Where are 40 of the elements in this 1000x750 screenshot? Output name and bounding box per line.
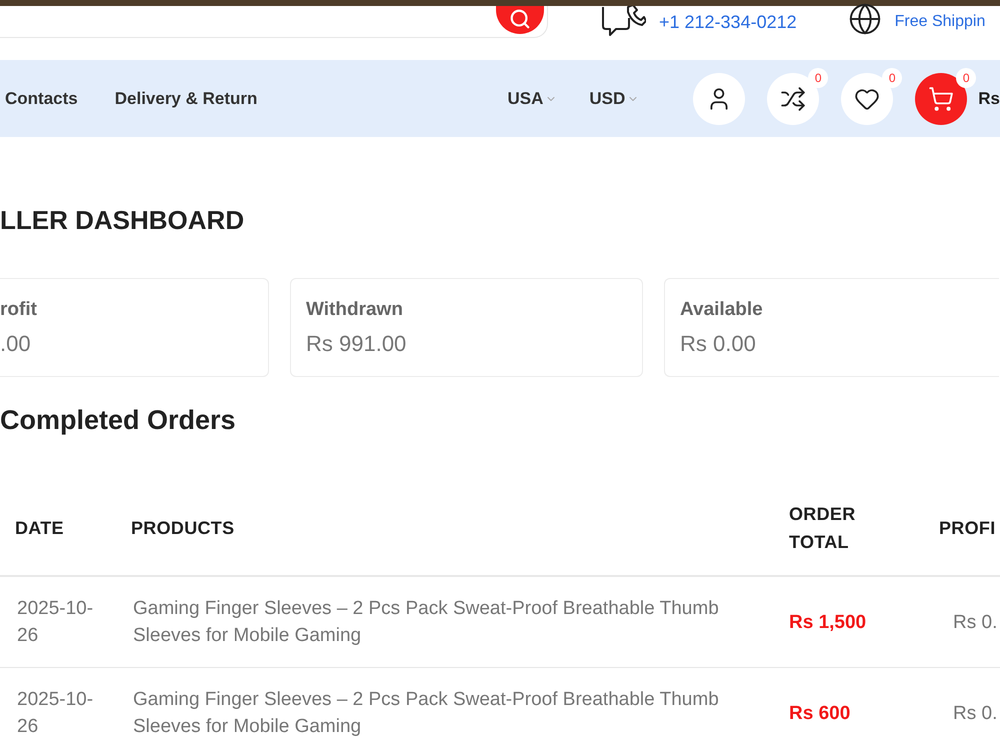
nav-link[interactable]: Contacts — [5, 88, 78, 108]
column-header: PROFI — [939, 516, 996, 540]
stat-value: Rs 991.00 — [306, 331, 406, 357]
shuffle-icon — [780, 86, 806, 112]
product-name: Gaming Finger Sleeves – 2 Pcs Pack Sweat-Proof Breathable Thumb Sleeves for Mobile Gaming — [133, 597, 720, 648]
column-header: PRODUCTS — [131, 516, 234, 540]
compare-button[interactable] — [767, 72, 820, 124]
cart-total: Rs — [978, 88, 1000, 108]
stat-label: Withdrawn — [306, 299, 403, 321]
shipping-text: Free Shippin — [894, 13, 986, 31]
cart-icon — [928, 86, 954, 112]
stat-value: .00 — [0, 331, 31, 357]
column-header: DATE — [15, 516, 64, 540]
product-name: Gaming Finger Sleeves – 2 Pcs Pack Sweat-Proof Breathable Thumb Sleeves for Mobile Gaming — [133, 688, 720, 739]
search-field[interactable] — [0, 6, 548, 38]
region-selector[interactable]: USD — [589, 88, 640, 108]
order-total: Rs 600 — [789, 702, 850, 726]
stat-label: rofit — [0, 299, 37, 321]
search-icon — [509, 8, 531, 30]
profit-value: Rs 0. — [953, 702, 998, 726]
globe-icon — [848, 2, 882, 36]
date-cell-text: 2025-10-26 — [17, 688, 94, 739]
phone-bubble-icon — [600, 6, 646, 36]
count-badge: 0 — [956, 68, 976, 88]
count-badge: 0 — [882, 68, 902, 88]
column-header: ORDER TOTAL — [789, 502, 857, 554]
section-title: Completed Orders — [0, 404, 236, 437]
profit-value: Rs 0. — [953, 610, 998, 634]
phone-link[interactable]: +1 212-334-0212 — [659, 12, 797, 33]
search-button[interactable] — [496, 6, 544, 34]
order-total: Rs 1,500 — [789, 610, 866, 634]
nav-link[interactable]: Delivery & Return — [114, 88, 258, 108]
date-cell-text: 2025-10-26 — [17, 597, 94, 648]
count-badge: 0 — [808, 68, 828, 88]
page-title: LLER DASHBOARD — [0, 204, 244, 236]
wishlist-button[interactable] — [841, 72, 894, 124]
stat-label: Available — [680, 299, 763, 321]
stat-value: Rs 0.00 — [680, 331, 756, 357]
region-selector[interactable]: USA — [507, 88, 558, 108]
cart-button[interactable] — [915, 72, 968, 124]
